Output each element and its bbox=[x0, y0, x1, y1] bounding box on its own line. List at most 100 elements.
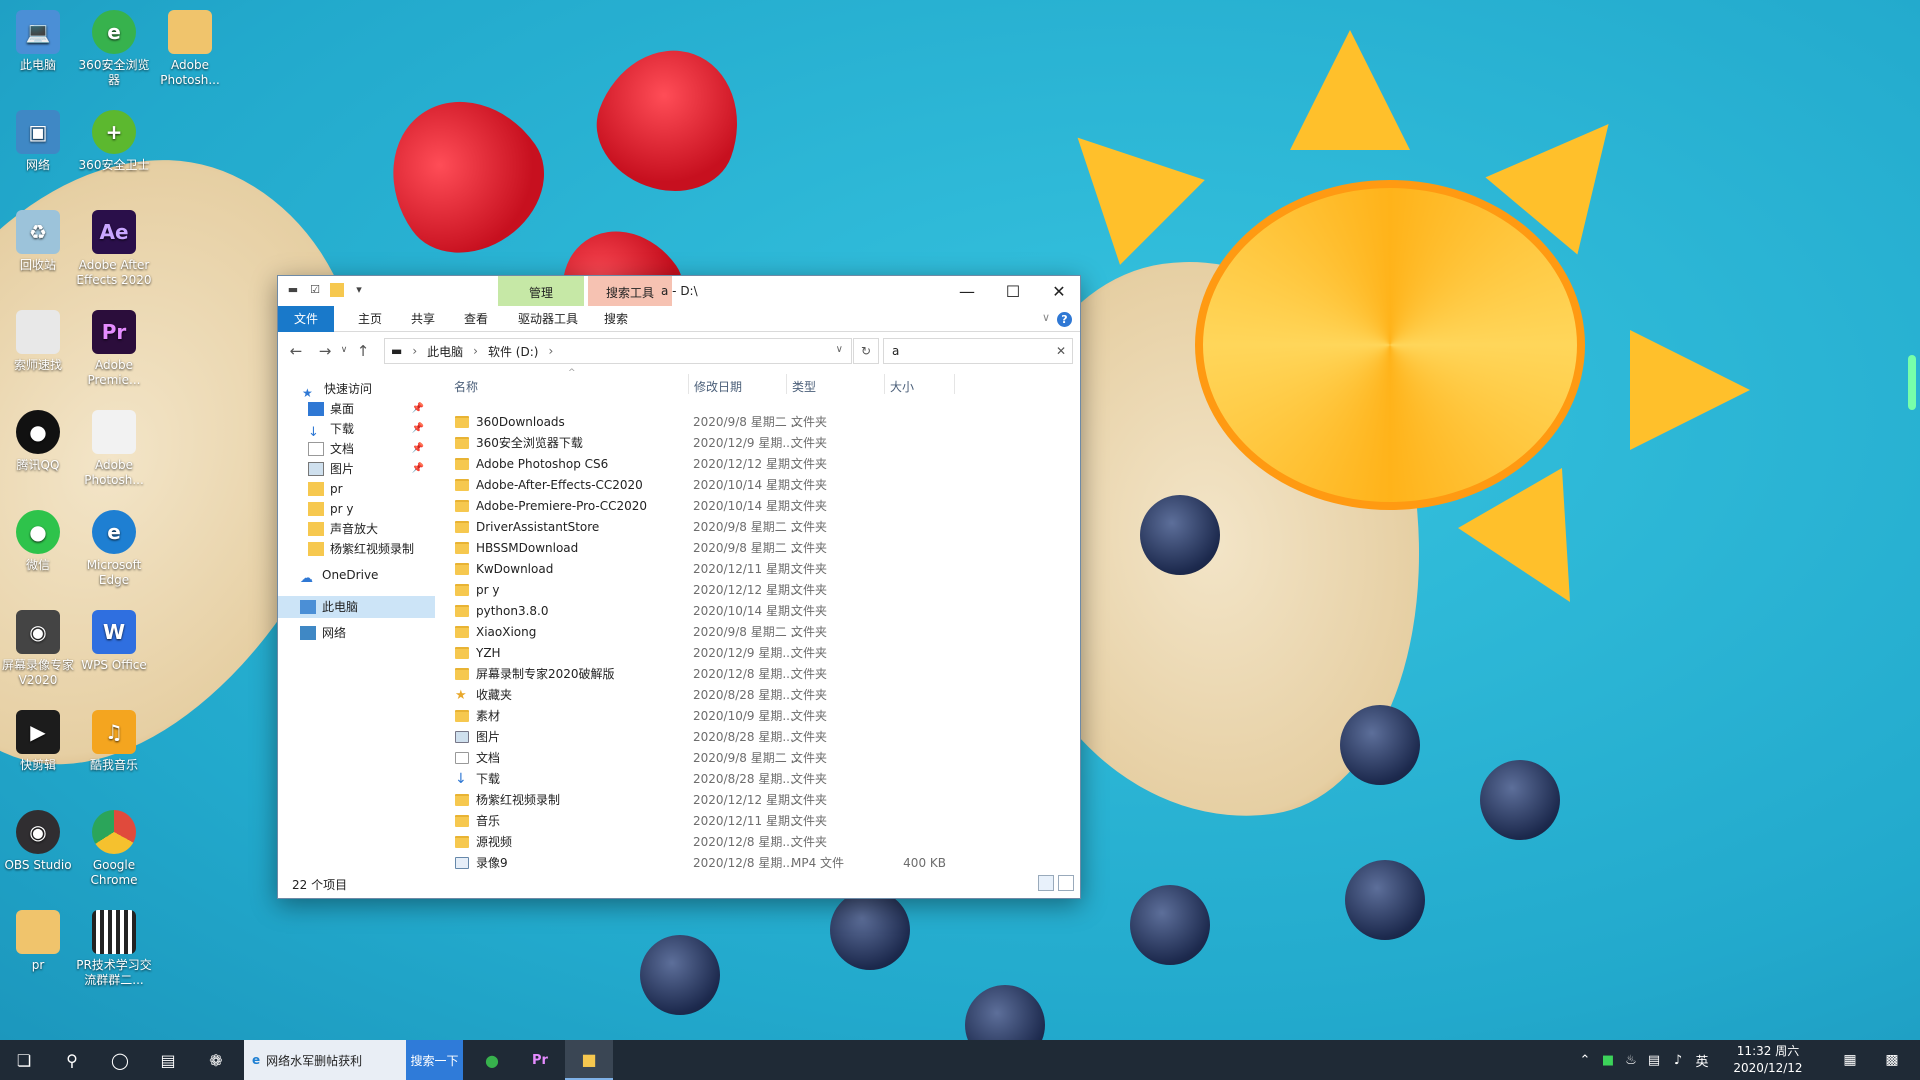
maximize-button[interactable]: ☐ bbox=[990, 276, 1036, 306]
desktop-icon-screen-recorder[interactable]: ◉ 屏幕录像专家 V2020 bbox=[0, 604, 76, 688]
nav-onedrive[interactable]: ☁ OneDrive bbox=[300, 564, 378, 586]
pin-icon[interactable]: 📌 bbox=[412, 438, 424, 460]
search-input[interactable]: a ✕ bbox=[883, 338, 1073, 364]
desktop-icon-wps[interactable]: W WPS Office bbox=[76, 604, 152, 673]
column-header-date[interactable]: 修改日期 bbox=[694, 378, 742, 395]
recent-locations-chevron-icon[interactable]: ∨ bbox=[334, 345, 354, 355]
file-explorer-icon[interactable]: ■ bbox=[565, 1040, 613, 1080]
nav-this-pc[interactable]: 此电脑 bbox=[278, 596, 435, 618]
table-row[interactable]: 文档 2020/9/8 星期二 ... 文件夹 bbox=[448, 748, 1078, 769]
desktop-icon-this-pc[interactable]: 💻 此电脑 bbox=[0, 4, 76, 73]
desktop-icon-pr-folder[interactable]: pr bbox=[0, 904, 76, 973]
column-header-name[interactable]: 名称 bbox=[454, 378, 478, 395]
table-row[interactable]: HBSSMDownload 2020/9/8 星期二 ... 文件夹 bbox=[448, 538, 1078, 559]
nav-network[interactable]: 网络 bbox=[300, 622, 346, 644]
desktop-icon-kuaijianji[interactable]: ▶ 快剪辑 bbox=[0, 704, 76, 773]
context-tab-manage[interactable]: 管理 bbox=[498, 276, 584, 306]
desktop-icon-after-effects[interactable]: Ae Adobe After Effects 2020 bbox=[76, 204, 152, 288]
premiere-icon[interactable]: Pr bbox=[516, 1040, 564, 1080]
desktop-icon-chrome[interactable]: Google Chrome bbox=[76, 804, 152, 888]
table-row[interactable]: pr y 2020/12/12 星期... 文件夹 bbox=[448, 580, 1078, 601]
tab-view[interactable]: 查看 bbox=[452, 306, 500, 332]
clear-search-icon[interactable]: ✕ bbox=[1056, 339, 1066, 363]
desktop-icon-kuwo[interactable]: ♫ 酷我音乐 bbox=[76, 704, 152, 773]
address-dropdown-icon[interactable]: ∨ bbox=[836, 344, 843, 355]
notification-bell-icon[interactable]: ♨ bbox=[1620, 1053, 1642, 1068]
table-row[interactable]: Adobe-After-Effects-CC2020 2020/10/14 星期.… bbox=[448, 475, 1078, 496]
table-row[interactable]: Adobe Photoshop CS6 2020/12/12 星期... 文件夹 bbox=[448, 454, 1078, 475]
column-divider[interactable] bbox=[688, 374, 689, 394]
table-row[interactable]: 360Downloads 2020/9/8 星期二 ... 文件夹 bbox=[448, 412, 1078, 433]
large-icons-view-icon[interactable] bbox=[1058, 875, 1074, 891]
column-divider[interactable] bbox=[786, 374, 787, 394]
tab-drive-tools[interactable]: 驱动器工具 bbox=[506, 306, 590, 332]
pin-icon[interactable]: 📌 bbox=[412, 458, 424, 480]
tab-search[interactable]: 搜索 bbox=[592, 306, 640, 332]
action-center-icon[interactable]: ▩ bbox=[1868, 1040, 1916, 1080]
nav-pr[interactable]: pr bbox=[308, 478, 343, 500]
table-row[interactable]: ↓ 下载 2020/8/28 星期... 文件夹 bbox=[448, 769, 1078, 790]
title-bar[interactable]: ▬ ☑ ▾ 管理 搜索工具 a - D:\ — ☐ ✕ bbox=[278, 276, 1080, 306]
close-button[interactable]: ✕ bbox=[1036, 276, 1082, 306]
breadcrumb-this-pc[interactable]: 此电脑 bbox=[427, 343, 463, 360]
table-row[interactable]: DriverAssistantStore 2020/9/8 星期二 ... 文件夹 bbox=[448, 517, 1078, 538]
context-tab-search-tools[interactable]: 搜索工具 bbox=[588, 276, 672, 306]
column-header-type[interactable]: 类型 bbox=[792, 378, 816, 395]
desktop-icon-edge[interactable]: e Microsoft Edge bbox=[76, 504, 152, 588]
desktop-icon-premiere[interactable]: Pr Adobe Premie... bbox=[76, 304, 152, 388]
taskbar-browser-task[interactable]: e 网络水军删帖获利 bbox=[244, 1040, 406, 1080]
expand-ribbon-icon[interactable]: ∨ bbox=[1042, 311, 1050, 324]
desktop-icon-360-browser[interactable]: e 360安全浏览器 bbox=[76, 4, 152, 88]
table-row[interactable]: python3.8.0 2020/10/14 星期... 文件夹 bbox=[448, 601, 1078, 622]
details-view-icon[interactable] bbox=[1038, 875, 1054, 891]
task-view-icon[interactable]: ▤ bbox=[144, 1040, 192, 1080]
desktop-icon-360-safe[interactable]: + 360安全卫士 bbox=[76, 104, 152, 173]
table-row[interactable]: 360安全浏览器下载 2020/12/9 星期... 文件夹 bbox=[448, 433, 1078, 454]
desktop-icon-file-search[interactable]: 索师速找 bbox=[0, 304, 76, 373]
desktop-icon-photoshop-doc[interactable]: Adobe Photosh... bbox=[76, 404, 152, 488]
refresh-icon[interactable]: ↻ bbox=[853, 338, 879, 364]
pin-icon[interactable]: 📌 bbox=[412, 418, 424, 440]
nav-yang-recording[interactable]: 杨紫红视频录制 bbox=[308, 538, 414, 560]
address-bar[interactable]: ▬ › 此电脑 › 软件 (D:) › ∨ bbox=[384, 338, 852, 364]
fan-app-icon[interactable]: ❁ bbox=[192, 1040, 240, 1080]
search-icon[interactable]: ⚲ bbox=[48, 1040, 96, 1080]
nav-desktop[interactable]: 桌面 📌 bbox=[308, 398, 424, 420]
table-row[interactable]: Adobe-Premiere-Pro-CC2020 2020/10/14 星期..… bbox=[448, 496, 1078, 517]
table-row[interactable]: 杨紫红视频录制 2020/12/12 星期... 文件夹 bbox=[448, 790, 1078, 811]
tab-home[interactable]: 主页 bbox=[346, 306, 394, 332]
desktop-icon-photoshop-folder[interactable]: Adobe Photosh... bbox=[152, 4, 228, 88]
breadcrumb-chevron-icon[interactable]: › bbox=[548, 344, 553, 358]
pin-icon[interactable]: 📌 bbox=[412, 398, 424, 420]
nav-documents[interactable]: 文档 📌 bbox=[308, 438, 424, 460]
breadcrumb-chevron-icon[interactable]: › bbox=[412, 344, 417, 358]
customize-dropdown-icon[interactable]: ▾ bbox=[352, 283, 366, 297]
clock[interactable]: 11:32 周六 2020/12/12 bbox=[1727, 1043, 1809, 1077]
column-divider[interactable] bbox=[884, 374, 885, 394]
start-windows-icon[interactable]: ❏ bbox=[0, 1040, 48, 1080]
cortana-circle-icon[interactable]: ◯ bbox=[96, 1040, 144, 1080]
taskbar-search-button[interactable]: 搜索一下 bbox=[406, 1040, 463, 1080]
tab-share[interactable]: 共享 bbox=[399, 306, 447, 332]
table-row[interactable]: 音乐 2020/12/11 星期... 文件夹 bbox=[448, 811, 1078, 832]
help-icon[interactable]: ? bbox=[1057, 312, 1072, 327]
desktop-icon-qq[interactable]: ● 腾讯QQ bbox=[0, 404, 76, 473]
desktop-icon-recycle-bin[interactable]: ♻ 回收站 bbox=[0, 204, 76, 273]
breadcrumb-drive-d[interactable]: 软件 (D:) bbox=[488, 343, 538, 360]
network-icon[interactable]: ▤ bbox=[1642, 1053, 1666, 1068]
nav-downloads[interactable]: ↓ 下载 📌 bbox=[308, 418, 424, 440]
screen-snip-icon[interactable]: ▦ bbox=[1826, 1040, 1874, 1080]
up-arrow-icon[interactable]: ↑ bbox=[353, 342, 373, 360]
column-header-size[interactable]: 大小 bbox=[890, 378, 914, 395]
nav-pr-y[interactable]: pr y bbox=[308, 498, 353, 520]
new-folder-icon[interactable] bbox=[330, 283, 344, 297]
column-divider[interactable] bbox=[954, 374, 955, 394]
table-row[interactable]: 屏幕录制专家2020破解版 2020/12/8 星期... 文件夹 bbox=[448, 664, 1078, 685]
tab-file[interactable]: 文件 bbox=[278, 306, 334, 332]
table-row[interactable]: XiaoXiong 2020/9/8 星期二 ... 文件夹 bbox=[448, 622, 1078, 643]
table-row[interactable]: 素材 2020/10/9 星期... 文件夹 bbox=[448, 706, 1078, 727]
volume-icon[interactable]: ♪ bbox=[1666, 1053, 1690, 1068]
table-row[interactable]: 源视频 2020/12/8 星期... 文件夹 bbox=[448, 832, 1078, 853]
minimize-button[interactable]: — bbox=[944, 276, 990, 306]
desktop-icon-network[interactable]: ▣ 网络 bbox=[0, 104, 76, 173]
